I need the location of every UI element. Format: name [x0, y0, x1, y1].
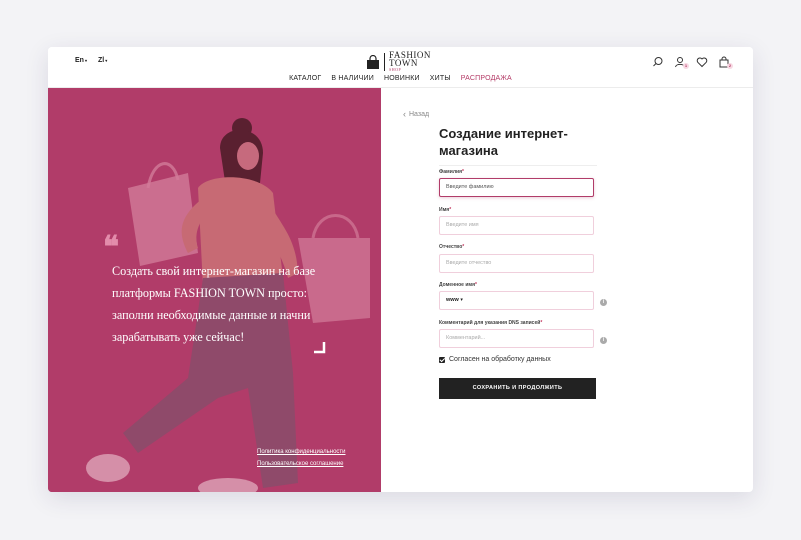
- shopping-bag-logo-icon: [367, 54, 379, 69]
- nav-item-new[interactable]: НОВИНКИ: [384, 75, 420, 82]
- consent-checkbox[interactable]: Согласен на обработку данных: [439, 356, 551, 363]
- required-mark: *: [540, 320, 543, 326]
- chevron-left-icon: ‹: [403, 109, 406, 119]
- language-label: Zl: [98, 57, 105, 64]
- required-mark: *: [462, 244, 465, 250]
- lastname-label: Фамилия*: [439, 169, 464, 175]
- checkbox-checked-icon[interactable]: [439, 356, 445, 363]
- domain-label-text: Доменное имя: [439, 282, 476, 288]
- patronymic-label: Отчество*: [439, 244, 464, 250]
- site-header: En▾ Zl▾ FASHION TOWN SHOP 1 2 КАТАЛОГ В …: [48, 47, 753, 88]
- required-mark: *: [462, 169, 464, 175]
- form-title: Создание интернет-магазина: [439, 125, 597, 166]
- back-link[interactable]: ‹ Назад: [403, 109, 429, 119]
- legal-links: Политика конфиденциальности Пользователь…: [257, 449, 346, 473]
- firstname-label-text: Имя: [439, 207, 450, 213]
- firstname-input[interactable]: Введите имя: [439, 216, 594, 235]
- patronymic-input[interactable]: Введите отчество: [439, 254, 594, 273]
- required-mark: *: [449, 207, 452, 213]
- caret-down-icon: ▾: [460, 297, 463, 303]
- patronymic-label-text: Отчество: [439, 244, 463, 250]
- dns-info-icon[interactable]: i: [600, 337, 607, 344]
- logo-text: FASHION TOWN SHOP: [389, 51, 431, 73]
- search-icon[interactable]: [652, 55, 664, 67]
- nav-item-in-stock[interactable]: В НАЛИЧИИ: [331, 75, 374, 82]
- logo-line-2: TOWN: [389, 58, 418, 68]
- nav-item-hits[interactable]: ХИТЫ: [430, 75, 451, 82]
- save-and-continue-button[interactable]: СОХРАНИТЬ И ПРОДОЛЖИТЬ: [439, 378, 596, 399]
- firstname-label: Имя*: [439, 207, 451, 213]
- corner-bracket-icon: [314, 342, 326, 354]
- account-icon[interactable]: 1: [674, 55, 689, 69]
- user-agreement-link[interactable]: Пользовательское соглашение: [257, 461, 346, 467]
- lastname-input[interactable]: Введите фамилию: [439, 178, 594, 197]
- required-mark: *: [475, 282, 477, 288]
- consent-label: Согласен на обработку данных: [449, 356, 551, 363]
- language-switch-en[interactable]: En▾: [75, 57, 87, 64]
- domain-info-icon[interactable]: i: [600, 299, 607, 306]
- quote-icon: ❝: [103, 231, 120, 264]
- nav-item-sale[interactable]: РАСПРОДАЖА: [461, 75, 512, 82]
- caret-down-icon: ▾: [84, 58, 87, 63]
- domain-input[interactable]: www ▾: [439, 291, 594, 310]
- language-switch-zl[interactable]: Zl▾: [98, 57, 107, 64]
- language-label: En: [75, 57, 84, 64]
- nav-item-catalog[interactable]: КАТАЛОГ: [289, 75, 321, 82]
- domain-label: Доменное имя*: [439, 282, 477, 288]
- cart-count-badge: 2: [727, 63, 733, 69]
- cart-bag-icon[interactable]: 2: [718, 55, 733, 69]
- privacy-policy-link[interactable]: Политика конфиденциальности: [257, 449, 346, 455]
- domain-prefix-select[interactable]: www: [446, 297, 459, 303]
- app-window: En▾ Zl▾ FASHION TOWN SHOP 1 2 КАТАЛОГ В …: [48, 47, 753, 492]
- account-badge: 1: [683, 63, 689, 69]
- dns-comment-label-text: Комментарий для указания DNS записей: [439, 320, 541, 326]
- dns-comment-label: Комментарий для указания DNS записей*: [439, 320, 542, 326]
- header-icons: 1 2: [642, 55, 733, 69]
- wishlist-heart-icon[interactable]: [696, 55, 708, 68]
- promo-text: Создать свой интернет-магазин на базе пл…: [112, 264, 316, 344]
- lastname-label-text: Фамилия: [439, 169, 462, 175]
- main-nav: КАТАЛОГ В НАЛИЧИИ НОВИНКИ ХИТЫ РАСПРОДАЖ…: [48, 75, 753, 82]
- site-logo[interactable]: FASHION TOWN SHOP: [366, 51, 431, 72]
- dns-comment-input[interactable]: Комментарий...: [439, 329, 594, 348]
- caret-down-icon: ▾: [105, 58, 108, 63]
- logo-divider: [384, 52, 385, 71]
- back-label: Назад: [409, 110, 430, 118]
- promo-panel: ❝ Создать свой интернет-магазин на базе …: [48, 88, 381, 492]
